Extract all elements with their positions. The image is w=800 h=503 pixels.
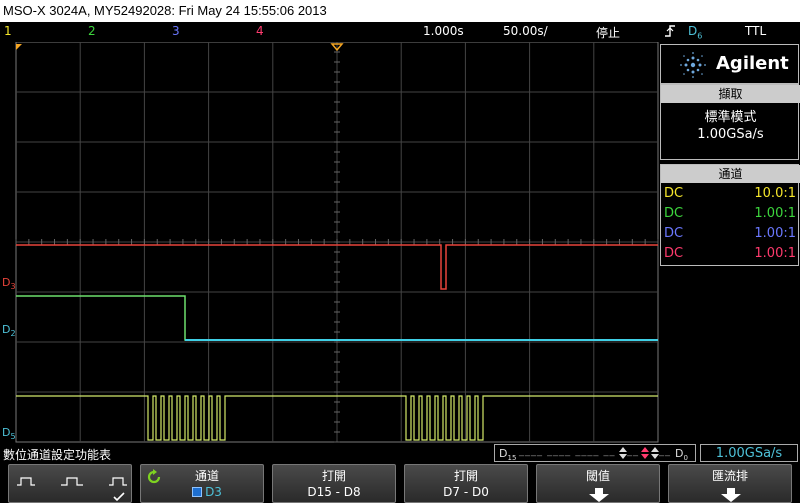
check-icon: [113, 487, 125, 503]
timebase-readout[interactable]: 1.000s: [423, 24, 464, 38]
up-down-arrow-icon-red: [641, 447, 649, 461]
menu-title: 數位通道設定功能表: [3, 448, 112, 462]
range-right-label: D0: [675, 447, 688, 462]
open-d7-d0-value: D7 - D0: [443, 485, 489, 499]
channel-probe: 1.00:1: [754, 246, 796, 261]
open-d15-d8-softkey[interactable]: 打開 D15 - D8: [272, 464, 396, 503]
sample-rate-readout: 1.00GSa/s: [700, 444, 798, 462]
trigger-level[interactable]: TTL: [745, 24, 766, 38]
channel-probe: 1.00:1: [754, 226, 796, 241]
trigger-edge-icon: [664, 24, 676, 41]
channel-row: DC 10.0:1: [661, 184, 800, 204]
d3-label: D3: [2, 276, 16, 292]
channel-2-indicator[interactable]: 2: [88, 24, 96, 38]
window-title: MSO-X 3024A, MY52492028: Fri May 24 15:5…: [0, 0, 800, 22]
side-panel: Agilent 擷取 標準模式 1.00GSa/s 通道 DC 10.0:1 D…: [660, 44, 800, 266]
bus-softkey[interactable]: 匯流排: [668, 464, 792, 503]
pulse-low-icon: [17, 471, 35, 490]
channel-softkey-value: D3: [141, 485, 263, 499]
threshold-softkey[interactable]: 閾值: [536, 464, 660, 503]
channel-3-indicator[interactable]: 3: [172, 24, 180, 38]
submenu-arrow-icon: [719, 487, 743, 503]
channel-row: DC 1.00:1: [661, 224, 800, 244]
channel-select-softkey[interactable]: 通道 D3: [140, 464, 264, 503]
range-dashes: ____ ____ ____ __: [519, 446, 616, 457]
softkey-bar: 通道 D3 打開 D15 - D8 打開 D7 - D0 閾值 匯流排: [0, 463, 800, 503]
open-d7-d0-softkey[interactable]: 打開 D7 - D0: [404, 464, 528, 503]
open-d7-d0-label: 打開: [453, 469, 478, 483]
run-state: 停止: [596, 26, 621, 40]
open-d15-d8-value: D15 - D8: [307, 485, 361, 499]
up-down-arrow-icon: [651, 447, 659, 461]
channel-softkey-label: 通道: [194, 469, 219, 483]
channel-4-indicator[interactable]: 4: [256, 24, 264, 38]
channel-probe: 1.00:1: [754, 206, 796, 221]
brand-box: Agilent: [660, 44, 799, 84]
bus-label: 匯流排: [711, 469, 748, 483]
waveform-display[interactable]: [0, 42, 660, 444]
pod-display-softkey[interactable]: [8, 464, 132, 503]
status-bar: 1 2 3 4 1.000s 50.00s/ 停止 D6 TTL: [0, 22, 800, 42]
d2-label: D2: [2, 323, 16, 339]
digital-range-indicator: D15 ____ ____ ____ __ __ __ D0: [494, 444, 696, 462]
brand-name: Agilent: [716, 53, 789, 74]
channel-coupling: DC: [664, 246, 684, 261]
channel-coupling: DC: [664, 206, 684, 221]
d5-label: D5: [2, 426, 16, 442]
acquire-mode: 標準模式: [704, 110, 757, 125]
up-down-arrow-icon: [619, 447, 627, 461]
trigger-source[interactable]: D6: [688, 24, 702, 40]
acquire-box: 擷取 標準模式 1.00GSa/s: [660, 84, 800, 160]
bottom-info-bar: 數位通道設定功能表 D15 ____ ____ ____ __ __ __ D0…: [0, 444, 800, 464]
acquire-sample-rate: 1.00GSa/s: [697, 127, 764, 142]
channel-1-indicator[interactable]: 1: [4, 24, 12, 38]
open-d15-d8-label: 打開: [321, 469, 346, 483]
channel-box: 通道 DC 10.0:1 DC 1.00:1 DC 1.00:1 DC 1.00…: [660, 164, 800, 266]
range-left-label: D15: [499, 447, 517, 462]
channel-coupling: DC: [664, 226, 684, 241]
submenu-arrow-icon: [587, 487, 611, 503]
selected-square-icon: [192, 487, 203, 497]
channel-coupling: DC: [664, 186, 684, 201]
channel-row: DC 1.00:1: [661, 204, 800, 224]
pulse-medium-icon: [61, 471, 83, 490]
channel-row: DC 1.00:1: [661, 244, 800, 264]
threshold-label: 閾值: [585, 469, 610, 483]
channel-probe: 10.0:1: [754, 186, 796, 201]
acquire-header: 擷取: [661, 85, 800, 103]
range-dashes: __: [627, 446, 639, 457]
agilent-spark-icon: [679, 51, 707, 83]
range-dashes: __: [659, 446, 671, 457]
position-readout[interactable]: 50.00s/: [503, 24, 548, 38]
channel-header: 通道: [661, 165, 800, 183]
